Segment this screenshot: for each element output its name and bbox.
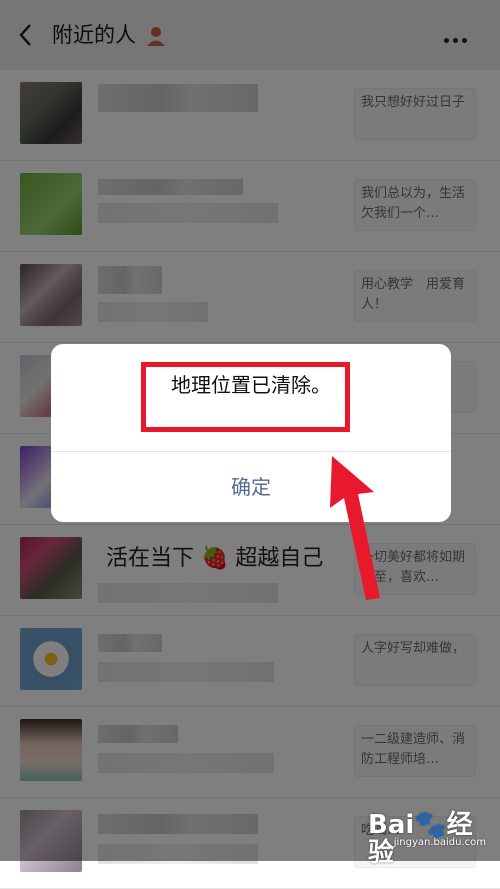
red-arrow-icon [330, 456, 380, 600]
watermark-url: jingyan.baidu.com [393, 837, 486, 848]
baidu-watermark: Bai🐾经验 jingyan.baidu.com [368, 811, 486, 867]
highlight-box [141, 362, 350, 432]
confirm-button[interactable]: 确定 [51, 452, 451, 522]
